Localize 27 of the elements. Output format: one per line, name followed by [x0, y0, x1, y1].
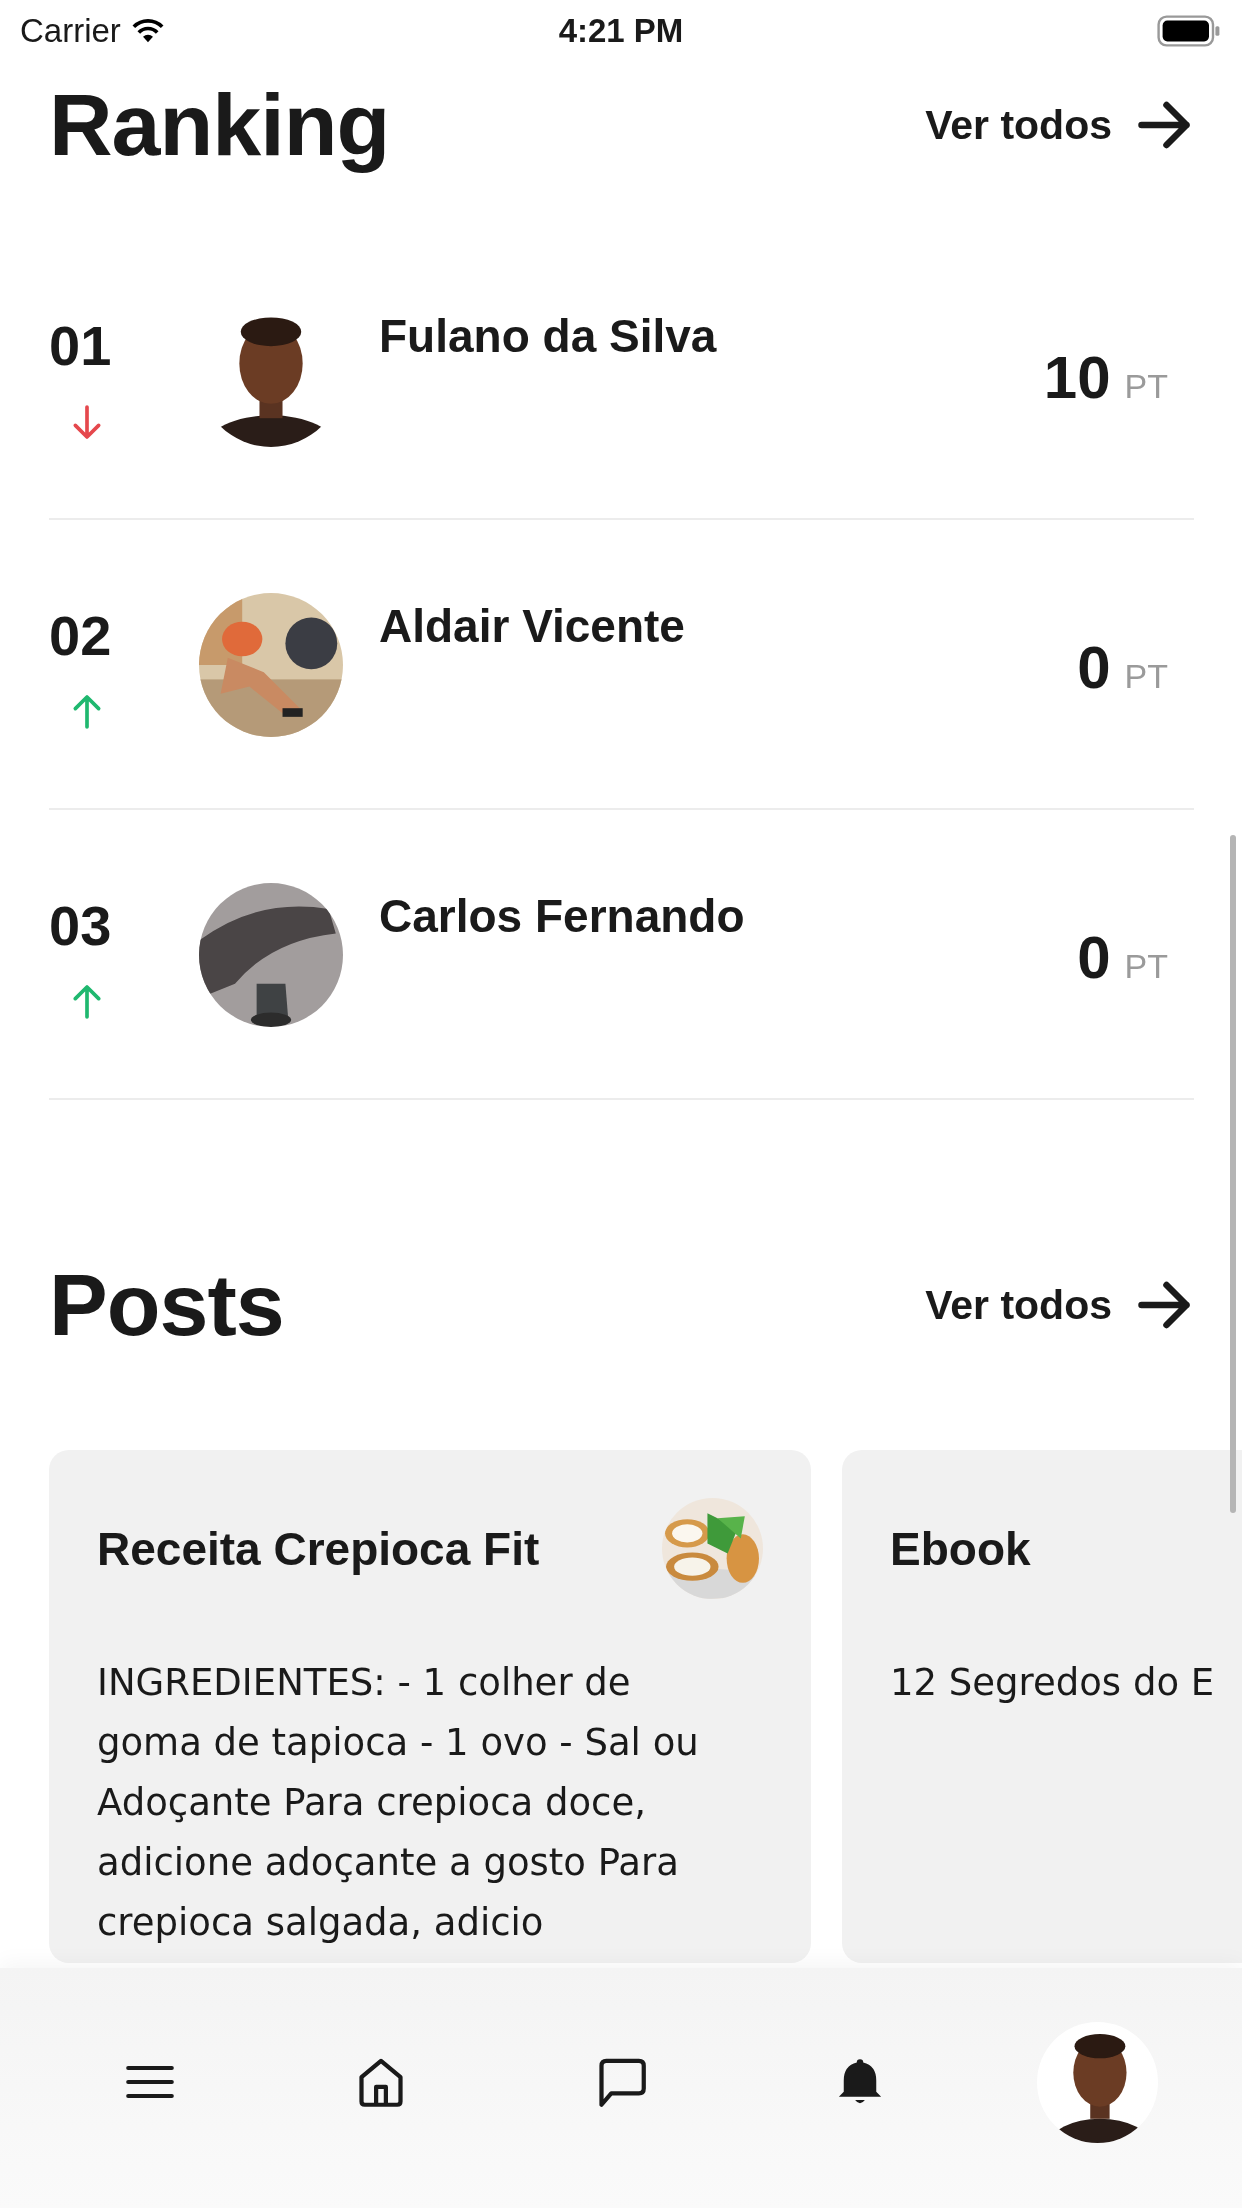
points-unit: PT [1124, 947, 1168, 986]
points-unit: PT [1124, 367, 1168, 406]
menu-icon[interactable] [125, 2063, 175, 2101]
status-time: 4:21 PM [558, 12, 684, 50]
rank-number: 01 [49, 313, 112, 378]
points-value: 10 [1043, 343, 1111, 412]
see-all-link[interactable]: Ver todos [925, 1275, 1194, 1335]
wifi-icon [130, 18, 165, 44]
section-title: Ranking [49, 74, 390, 176]
user-name: Aldair Vicente [379, 599, 686, 653]
battery-icon [1156, 15, 1222, 47]
post-card[interactable]: Receita Crepioca Fit INGREDIENTES: - 1 colher de goma de tapioca - 1 ovo - Sal ou Adoçante Para crepioca doce, adicione adoçante a gosto Para crepioca salgada, adicio [49, 1450, 811, 1963]
points-value: 0 [1077, 923, 1111, 992]
post-title: Ebook [890, 1521, 1031, 1576]
rank-number: 03 [49, 893, 112, 958]
post-text: 12 Segredos do E [890, 1660, 1216, 1706]
post-card[interactable]: Ebook 12 Segredos do E [842, 1450, 1242, 1963]
user-name: Fulano da Silva [379, 309, 718, 363]
post-title: Receita Crepioca Fit [97, 1521, 540, 1576]
post-text: INGREDIENTES: - 1 colher de goma de tapioca - 1 ovo - Sal ou Adoçante Para crepioca doce, adicione adoçante a gosto Para crepioca salgada, adicio [97, 1660, 700, 1946]
points-value: 0 [1077, 633, 1111, 702]
carrier-name: Carrier [20, 12, 121, 50]
see-all-link[interactable]: Ver todos [925, 95, 1194, 155]
points-unit: PT [1124, 657, 1168, 696]
section-title: Posts [49, 1254, 284, 1356]
user-name: Carlos Fernando [379, 889, 746, 943]
rank-number: 02 [49, 603, 112, 668]
